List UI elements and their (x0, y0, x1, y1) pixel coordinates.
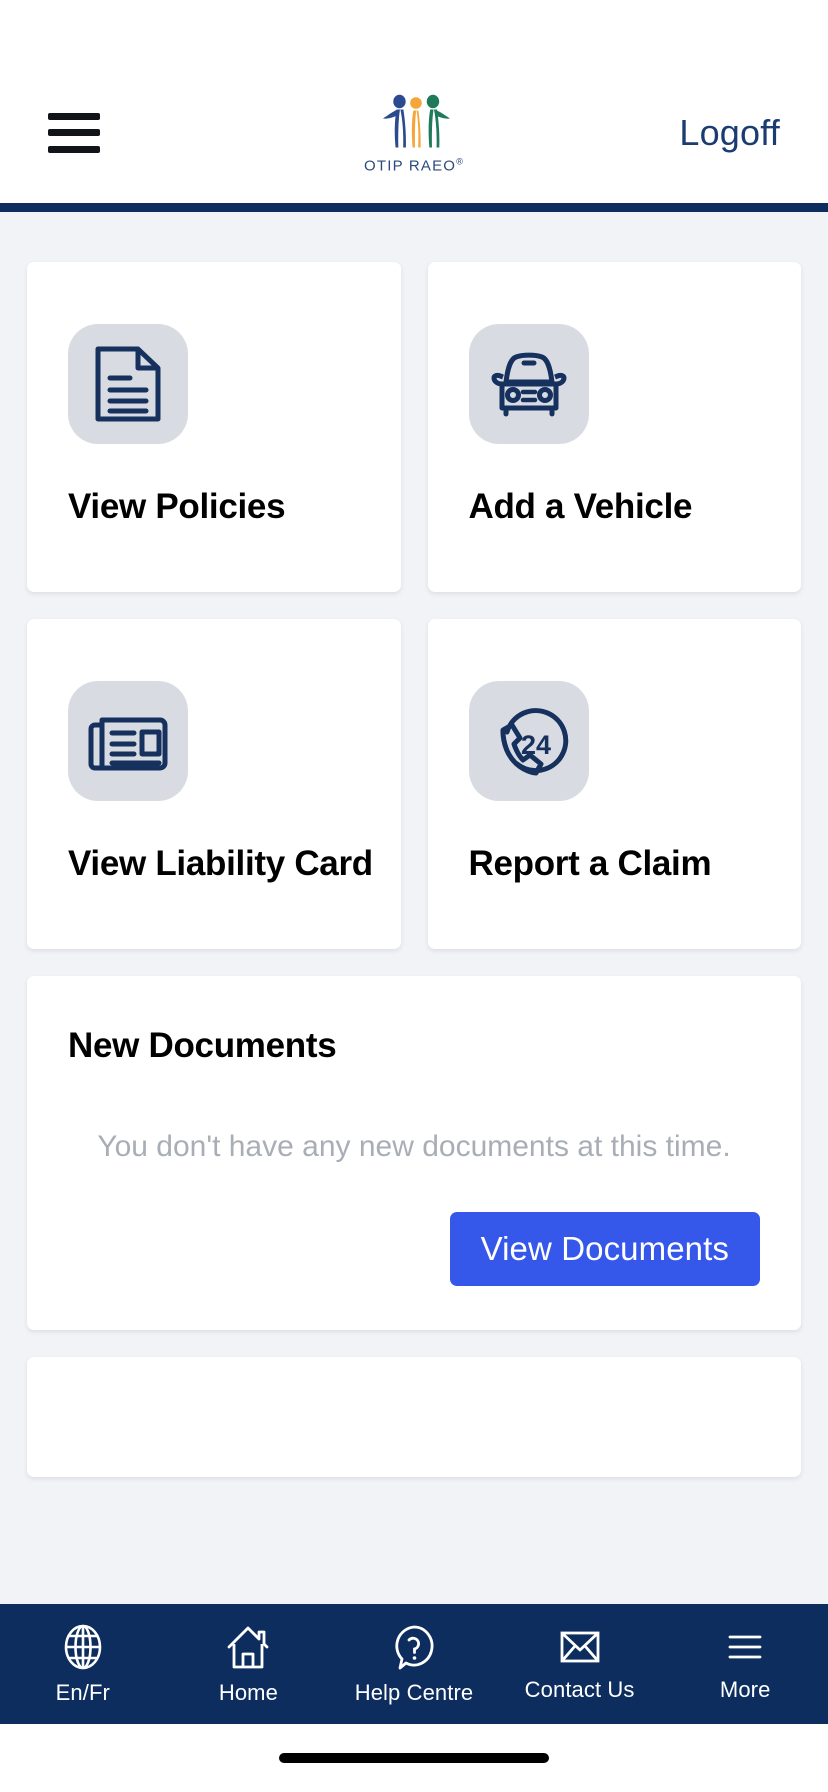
tile-view-policies[interactable]: View Policies (27, 262, 401, 592)
tile-label: Report a Claim (468, 844, 712, 883)
home-icon (227, 1626, 269, 1668)
panel-actions: View Documents (68, 1212, 760, 1286)
otip-logo-text: OTIP RAEO® (363, 156, 465, 174)
newspaper-icon (68, 681, 188, 801)
hamburger-bar (48, 129, 100, 136)
home-indicator-area (0, 1724, 828, 1792)
new-documents-panel: New Documents You don't have any new doc… (27, 976, 801, 1330)
quick-actions-grid: View Policies Add a Vehicle View Liabili… (27, 262, 801, 949)
header-divider (0, 203, 828, 212)
registered-trademark-icon: ® (456, 156, 465, 166)
tile-add-a-vehicle[interactable]: Add a Vehicle (427, 262, 801, 592)
hamburger-icon (728, 1635, 762, 1658)
tile-label: View Liability Card (68, 844, 373, 883)
status-bar (0, 0, 828, 62)
nav-item-label: En/Fr (55, 1679, 110, 1705)
nav-item-label: Home (218, 1679, 278, 1705)
nav-item-home[interactable]: Home (166, 1623, 332, 1706)
panel-title: New Documents (68, 1026, 337, 1065)
tile-label: Add a Vehicle (468, 487, 693, 526)
next-panel-partial[interactable] (27, 1357, 801, 1477)
phone-24-icon: 24 (468, 681, 589, 801)
hamburger-bar (48, 145, 100, 153)
nav-item-help-centre[interactable]: Help Centre (331, 1623, 497, 1706)
otip-three-figures-logo (383, 94, 450, 147)
tile-view-liability-card[interactable]: View Liability Card (27, 619, 401, 949)
document-icon (68, 324, 188, 444)
bottom-navigation-bar: En/Fr Home Help Centre Contact Us More (0, 1604, 828, 1724)
app-header: OTIP RAEO® Logoff (0, 62, 828, 203)
nav-item-contact-us[interactable]: Contact Us (497, 1626, 663, 1703)
tile-label: View Policies (68, 487, 286, 526)
empty-state-message: You don't have any new documents at this… (97, 1130, 731, 1163)
logoff-button[interactable]: Logoff (679, 112, 780, 154)
view-documents-button[interactable]: View Documents (449, 1212, 760, 1286)
car-front-icon (468, 324, 589, 444)
hamburger-bar (48, 112, 100, 120)
hamburger-menu-icon[interactable] (48, 112, 100, 153)
tile-report-a-claim[interactable]: 24 Report a Claim (427, 619, 801, 949)
nav-item-language[interactable]: En/Fr (0, 1623, 166, 1706)
home-indicator[interactable] (279, 1753, 549, 1763)
svg-text:24: 24 (520, 730, 550, 760)
nav-item-label: More (719, 1676, 771, 1702)
nav-item-label: Contact Us (524, 1676, 635, 1702)
main-content: View Policies Add a Vehicle View Liabili… (0, 212, 828, 1604)
envelope-icon (560, 1631, 599, 1662)
otip-logo[interactable]: OTIP RAEO® (364, 91, 464, 174)
globe-icon (64, 1624, 102, 1669)
nav-item-label: Help Centre (354, 1679, 474, 1705)
nav-item-more[interactable]: More (662, 1626, 828, 1703)
app-screen: OTIP RAEO® Logoff View Policies Add a Ve… (0, 0, 828, 1792)
question-bubble-icon (395, 1625, 434, 1669)
